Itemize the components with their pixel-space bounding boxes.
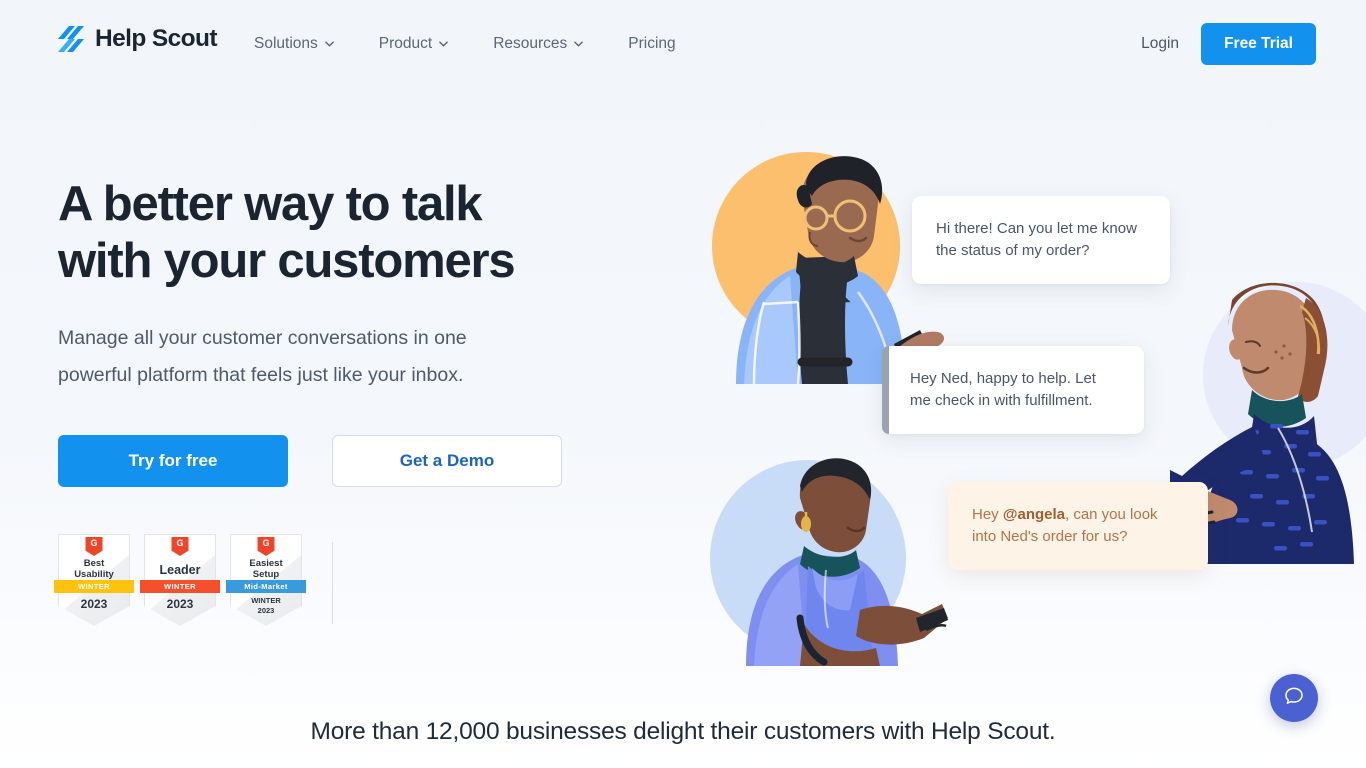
header-actions: Login Free Trial: [1141, 0, 1316, 88]
get-a-demo-button[interactable]: Get a Demo: [332, 434, 562, 487]
chat-bubble-customer-question: Hi there! Can you let me know the status…: [912, 196, 1170, 285]
note-text-before: Hey: [972, 506, 1003, 523]
badge-title: Easiest Setup: [230, 558, 302, 580]
hero-cta-row: Try for free Get a Demo: [58, 434, 658, 487]
social-proof-tagline: More than 12,000 businesses delight thei…: [310, 718, 1056, 745]
chat-widget-button[interactable]: [1270, 674, 1318, 722]
login-link[interactable]: Login: [1141, 35, 1179, 53]
nav-label: Resources: [493, 35, 568, 52]
badges-divider: [332, 542, 333, 624]
logo-text: Help Scout: [95, 24, 218, 52]
badge-sub-year: 2023: [257, 606, 275, 615]
chat-bubble-agent-reply: Hey Ned, happy to help. Let me check in …: [882, 346, 1144, 435]
badge-year: WINTER: [251, 596, 281, 605]
page-title: A better way to talk with your customers: [58, 176, 658, 291]
main-nav: Solutions Product Resources Pricing: [254, 0, 676, 88]
free-trial-button[interactable]: Free Trial: [1201, 23, 1316, 65]
g2-badge-easiest-setup[interactable]: G Easiest Setup Mid-Market WINTER 2023: [226, 534, 306, 626]
chat-bubble-internal-note: Hey @angela, can you look into Ned's ord…: [948, 482, 1208, 571]
badge-title-line-1: Easiest: [249, 558, 283, 569]
headline-line-1: A better way to talk: [58, 177, 483, 231]
hero-subheading: Manage all your customer conversations i…: [58, 326, 467, 387]
nav-item-pricing[interactable]: Pricing: [628, 35, 675, 53]
headline-line-2: with your customers: [58, 234, 516, 289]
chevron-down-icon: [439, 41, 449, 47]
badge-ribbon: WINTER: [140, 580, 220, 593]
hero-copy: A better way to talk with your customers…: [58, 176, 658, 487]
badge-ribbon: Mid-Market: [226, 580, 306, 593]
page-root: Help Scout Solutions Product Resources P…: [0, 0, 1366, 768]
nav-label: Pricing: [628, 35, 676, 52]
nav-item-product[interactable]: Product: [378, 35, 449, 53]
badge-title-line-2: Setup: [252, 569, 280, 581]
nav-item-solutions[interactable]: Solutions: [254, 35, 334, 53]
chevron-down-icon: [574, 41, 584, 47]
customer-listening-illustration: [746, 458, 948, 666]
help-scout-logo[interactable]: Help Scout: [58, 24, 218, 52]
hero-illustration: Hi there! Can you let me know the status…: [690, 130, 1366, 670]
g2-badge-leader[interactable]: G Leader WINTER 2023: [140, 534, 220, 626]
try-for-free-button[interactable]: Try for free: [58, 434, 288, 487]
g2-badge-best-usability[interactable]: G Best Usability WINTER 2023: [54, 534, 134, 626]
badge-title-line-2: Usability: [74, 569, 114, 581]
badge-title: Best Usability: [58, 558, 130, 580]
chevron-down-icon: [324, 41, 334, 47]
nav-label: Product: [378, 35, 433, 52]
note-mention: @angela: [1002, 506, 1065, 523]
badge-year: 2023: [80, 597, 108, 611]
badge-ribbon: WINTER: [54, 580, 134, 593]
badge-title: Leader: [159, 563, 201, 577]
g2-badges: G Best Usability WINTER 2023 G Leader WI…: [54, 534, 306, 626]
badge-title-line-1: Best: [83, 558, 105, 569]
chat-bubble-icon: [1283, 685, 1305, 712]
help-scout-logo-icon: [58, 26, 88, 52]
site-header: Help Scout Solutions Product Resources P…: [0, 0, 1366, 88]
nav-label: Solutions: [254, 35, 318, 52]
badge-year: 2023: [166, 597, 194, 611]
nav-item-resources[interactable]: Resources: [493, 35, 584, 53]
